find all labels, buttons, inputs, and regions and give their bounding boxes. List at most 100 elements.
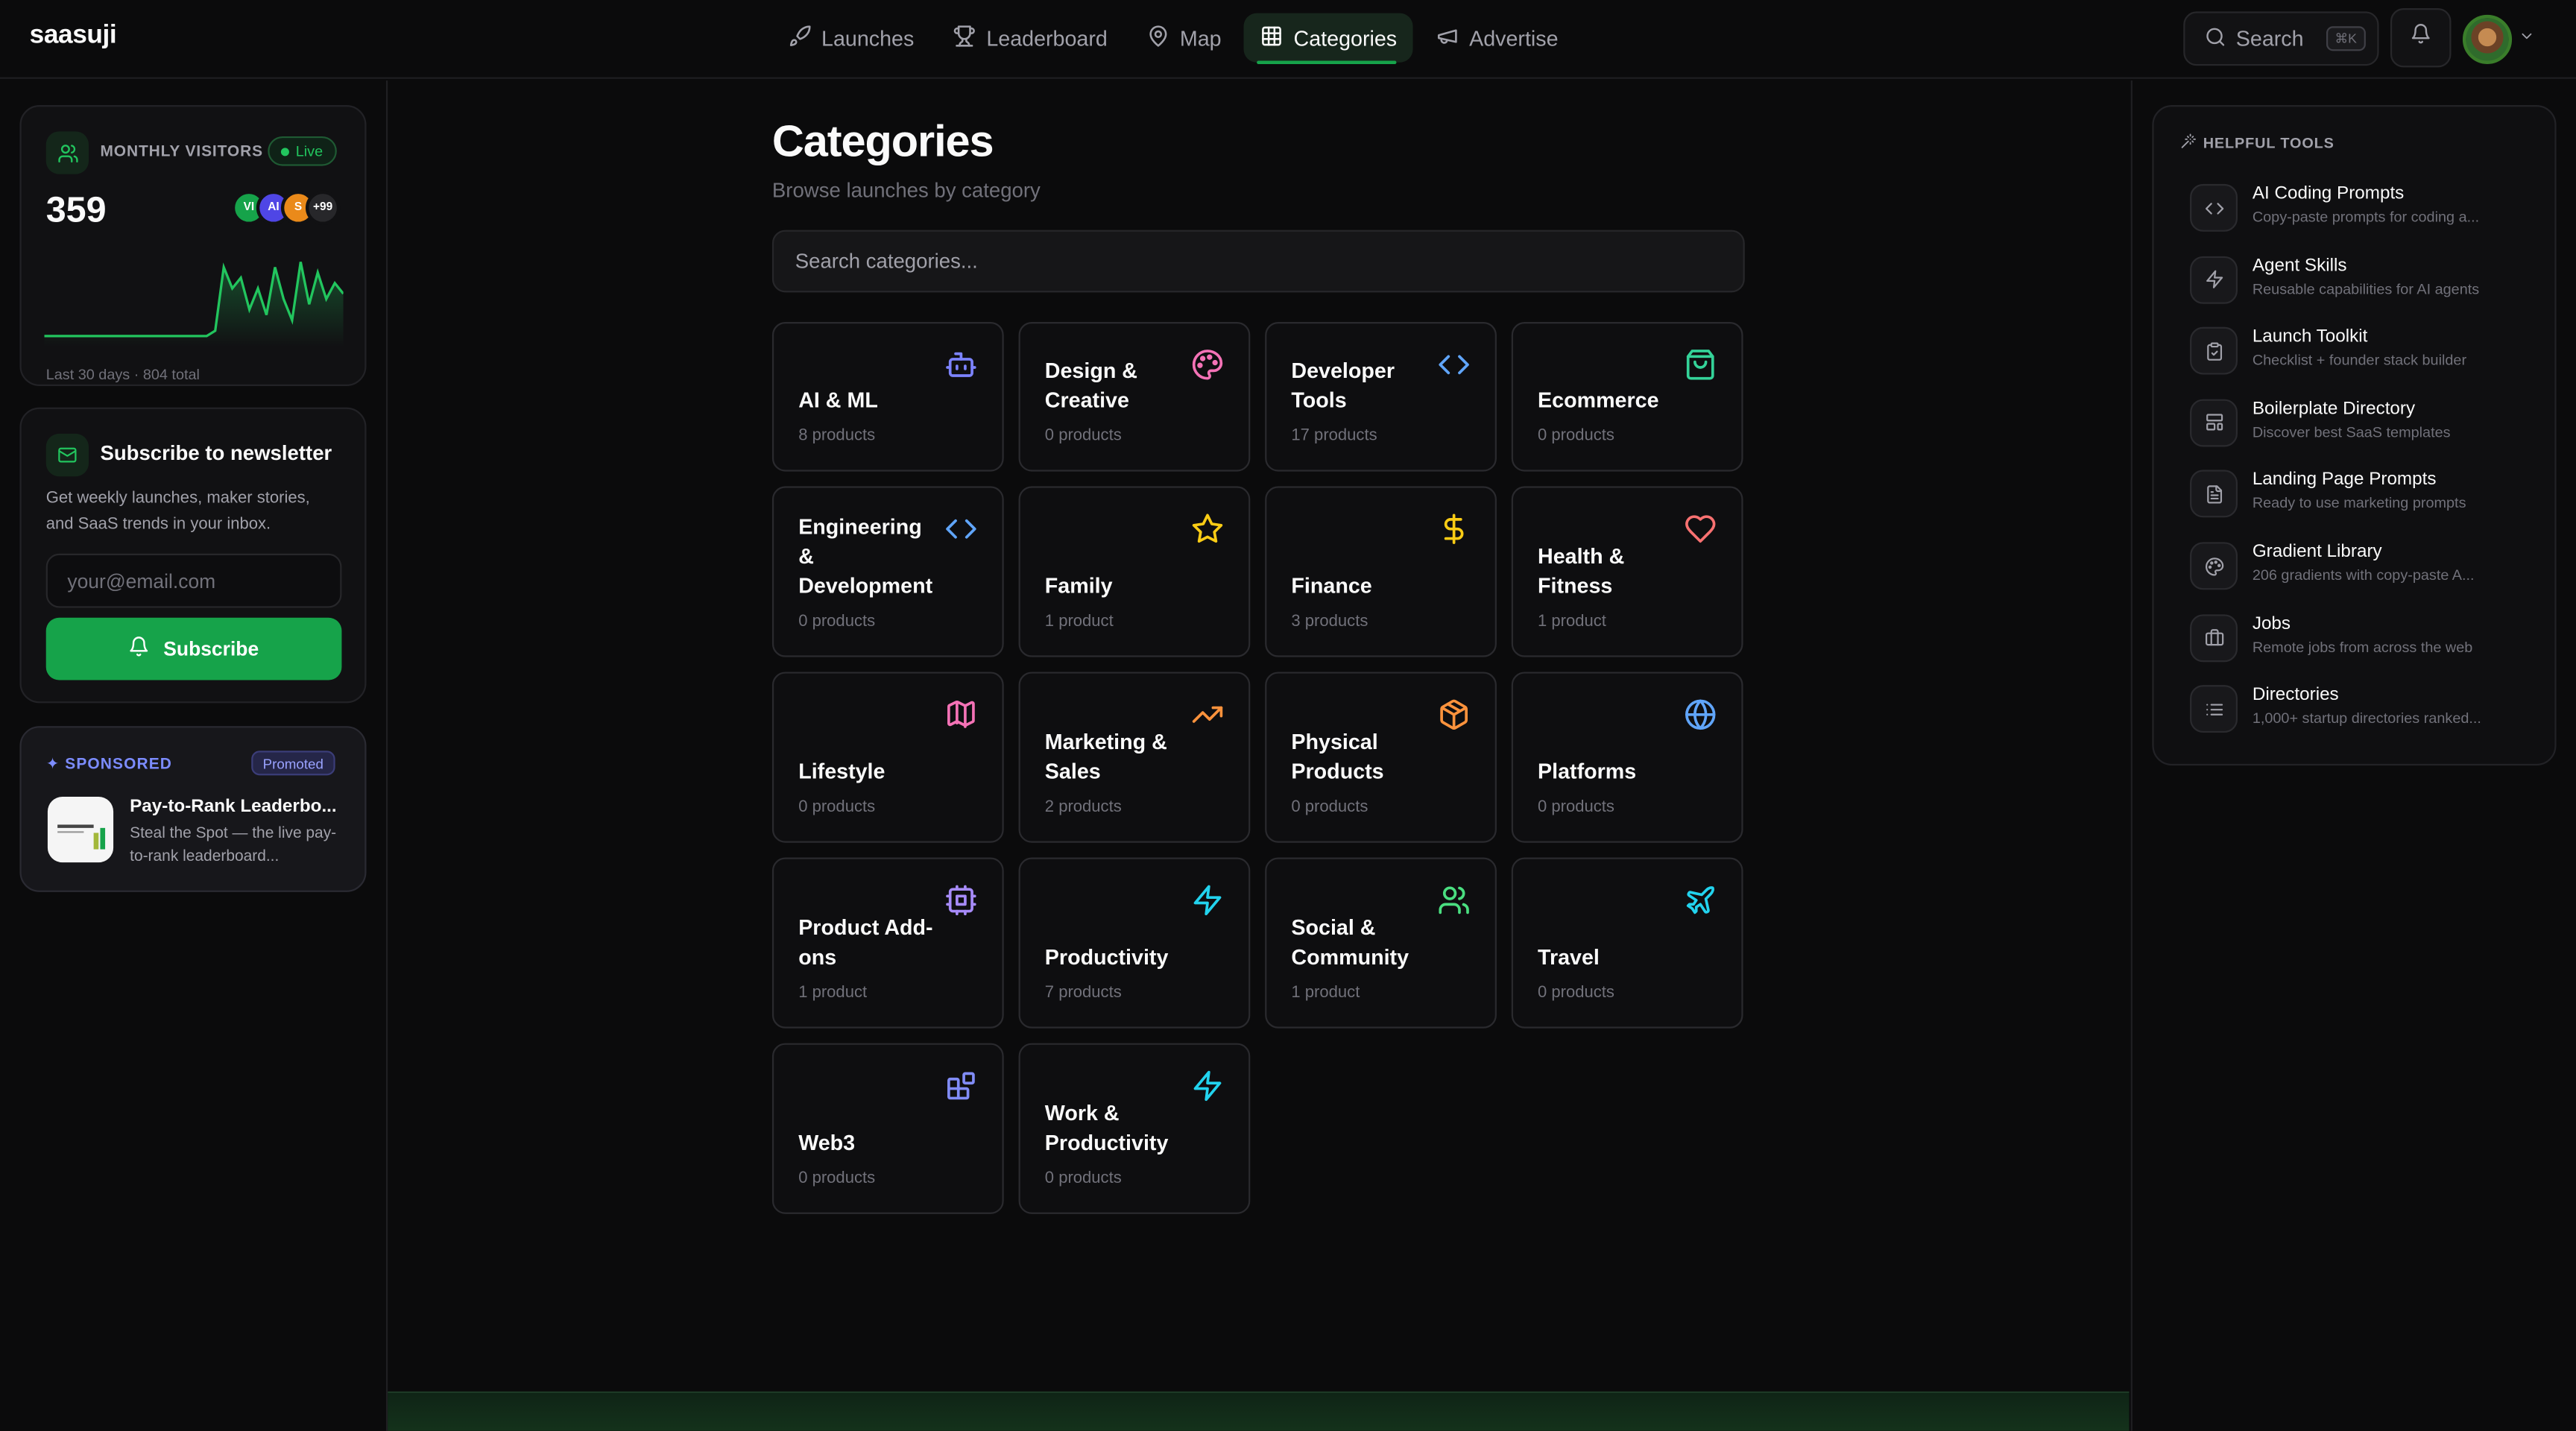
tool-item[interactable]: Agent Skills Reusable capabilities for AI… <box>2190 253 2535 318</box>
category-card[interactable]: Platforms 0 products <box>1511 672 1743 843</box>
category-card[interactable]: Design & Creative 0 products <box>1018 322 1251 472</box>
globe-icon <box>1684 698 1717 731</box>
category-count: 17 products <box>1291 427 1377 446</box>
tool-item[interactable]: Gradient Library 206 gradients with copy-… <box>2190 539 2535 604</box>
tool-name: Landing Page Prompts <box>2252 470 2437 490</box>
category-name: Marketing & Sales <box>1044 729 1167 784</box>
category-count: 0 products <box>1291 798 1368 817</box>
search-label: Search <box>2235 26 2304 51</box>
nav-categories[interactable]: Categories <box>1244 13 1414 64</box>
category-card[interactable]: Health & Fitness 1 product <box>1511 486 1743 657</box>
category-card[interactable]: Work & Productivity 0 products <box>1018 1043 1251 1214</box>
left-sidebar: MONTHLY VISITORS Live 359 VI AI S +99 Last … <box>0 80 388 1431</box>
category-card[interactable]: Developer Tools 17 products <box>1265 322 1497 472</box>
category-card[interactable]: Web3 0 products <box>771 1043 1004 1214</box>
category-search-input[interactable] <box>771 230 1745 293</box>
megaphone-icon <box>1436 24 1459 51</box>
tool-item[interactable]: AI Coding Prompts Copy-paste prompts for … <box>2190 180 2535 246</box>
visitors-footer: Last 30 days · 804 total <box>45 366 200 383</box>
live-dot <box>280 147 289 156</box>
category-card[interactable]: Productivity 7 products <box>1018 857 1251 1029</box>
users-icon <box>1438 884 1471 917</box>
main-content: Categories Browse launches by category A… <box>388 80 2130 1431</box>
tool-item[interactable]: Launch Toolkit Checklist + founder stack … <box>2190 324 2535 390</box>
category-card[interactable]: Ecommerce 0 products <box>1511 322 1743 472</box>
logo[interactable]: saasuji <box>30 22 117 51</box>
tool-item[interactable]: Directories 1,000+ startup directories ra… <box>2190 682 2535 748</box>
sponsored-label: ✦ SPONSORED <box>45 755 173 774</box>
tool-description: Checklist + founder stack builder <box>2252 352 2467 369</box>
nav-leaderboard-label: Leaderboard <box>986 25 1108 51</box>
nav-launches[interactable]: Launches <box>772 13 930 63</box>
category-name: Travel <box>1538 944 1600 970</box>
main-nav: Launches Leaderboard Map Categories Adve… <box>772 13 1575 64</box>
category-count: 1 product <box>1291 984 1360 1002</box>
subscribe-label: Subscribe <box>163 637 259 661</box>
category-card[interactable]: Physical Products 0 products <box>1265 672 1497 843</box>
global-search-button[interactable]: Search ⌘K <box>2183 11 2379 66</box>
code-icon <box>2190 183 2238 232</box>
visitors-title: MONTHLY VISITORS <box>100 142 263 162</box>
wand-icon <box>2180 133 2197 153</box>
tool-description: 206 gradients with copy-paste A... <box>2252 566 2475 584</box>
category-count: 1 product <box>1044 613 1114 631</box>
nav-map[interactable]: Map <box>1131 13 1238 63</box>
newsletter-description: Get weekly launches, maker stories, and … <box>45 489 310 534</box>
trending-up-icon <box>1191 698 1224 731</box>
tool-item[interactable]: Jobs Remote jobs from across the web <box>2190 610 2535 676</box>
rocket-icon <box>789 24 812 51</box>
cpu-icon <box>944 884 977 917</box>
tool-description: Discover best SaaS templates <box>2252 423 2451 440</box>
tool-item[interactable]: Boilerplate Directory Discover best SaaS … <box>2190 396 2535 461</box>
footer-banner-strip <box>388 1391 2130 1431</box>
category-name: Web3 <box>798 1130 856 1155</box>
category-name: Health & Fitness <box>1538 543 1625 598</box>
bell-icon <box>129 636 151 662</box>
layout-template-icon <box>2190 399 2238 447</box>
zap-icon <box>1191 884 1224 917</box>
sponsored-card[interactable]: ✦ SPONSORED Promoted Pay-to-Rank Leaderb… <box>19 726 367 892</box>
zap-icon <box>2190 255 2238 303</box>
tool-item[interactable]: Landing Page Prompts Ready to use marketi… <box>2190 467 2535 533</box>
sponsored-thumbnail <box>47 796 114 863</box>
plane-icon <box>1684 884 1717 917</box>
tool-name: Launch Toolkit <box>2252 327 2368 347</box>
page-title: Categories <box>771 116 994 166</box>
palette-icon <box>2190 542 2238 590</box>
category-card[interactable]: Product Add-ons 1 product <box>771 857 1004 1029</box>
category-count: 0 products <box>1538 798 1614 817</box>
category-card[interactable]: Travel 0 products <box>1511 857 1743 1029</box>
nav-leaderboard[interactable]: Leaderboard <box>937 13 1124 63</box>
user-avatar[interactable] <box>2462 14 2513 64</box>
category-name: Engineering & Development <box>798 514 933 598</box>
tool-description: Ready to use marketing prompts <box>2252 495 2466 512</box>
tool-name: Gradient Library <box>2252 542 2382 562</box>
page: saasuji Launches Leaderboard Map Categor… <box>0 0 2576 1431</box>
map-pin-icon <box>1147 24 1170 51</box>
category-card[interactable]: AI & ML 8 products <box>771 322 1004 472</box>
chevron-down-icon[interactable] <box>2519 28 2535 44</box>
clipboard-check-icon <box>2190 327 2238 375</box>
category-card[interactable]: Engineering & Development 0 products <box>771 486 1004 657</box>
category-card[interactable]: Social & Community 1 product <box>1265 857 1497 1029</box>
sponsored-description: Steal the Spot — the live pay-to-rank le… <box>130 824 337 866</box>
file-text-icon <box>2190 470 2238 519</box>
category-card[interactable]: Marketing & Sales 2 products <box>1018 672 1251 843</box>
notifications-button[interactable] <box>2390 8 2452 68</box>
category-card[interactable]: Lifestyle 0 products <box>771 672 1004 843</box>
category-card[interactable]: Finance 3 products <box>1265 486 1497 657</box>
category-card[interactable]: Family 1 product <box>1018 486 1251 657</box>
promoted-badge: Promoted <box>251 751 335 776</box>
category-count: 0 products <box>798 1169 876 1188</box>
nav-advertise[interactable]: Advertise <box>1420 13 1575 63</box>
category-name: Productivity <box>1044 944 1169 970</box>
visitor-avatar: +99 <box>305 190 341 225</box>
trophy-icon <box>953 24 976 51</box>
subscribe-button[interactable]: Subscribe <box>45 617 342 680</box>
grid-icon <box>1260 24 1284 51</box>
category-count: 8 products <box>798 427 876 446</box>
palette-icon <box>1191 348 1224 381</box>
newsletter-title: Subscribe to newsletter <box>100 441 332 465</box>
category-count: 0 products <box>1538 984 1614 1002</box>
newsletter-email-input[interactable] <box>45 553 342 608</box>
